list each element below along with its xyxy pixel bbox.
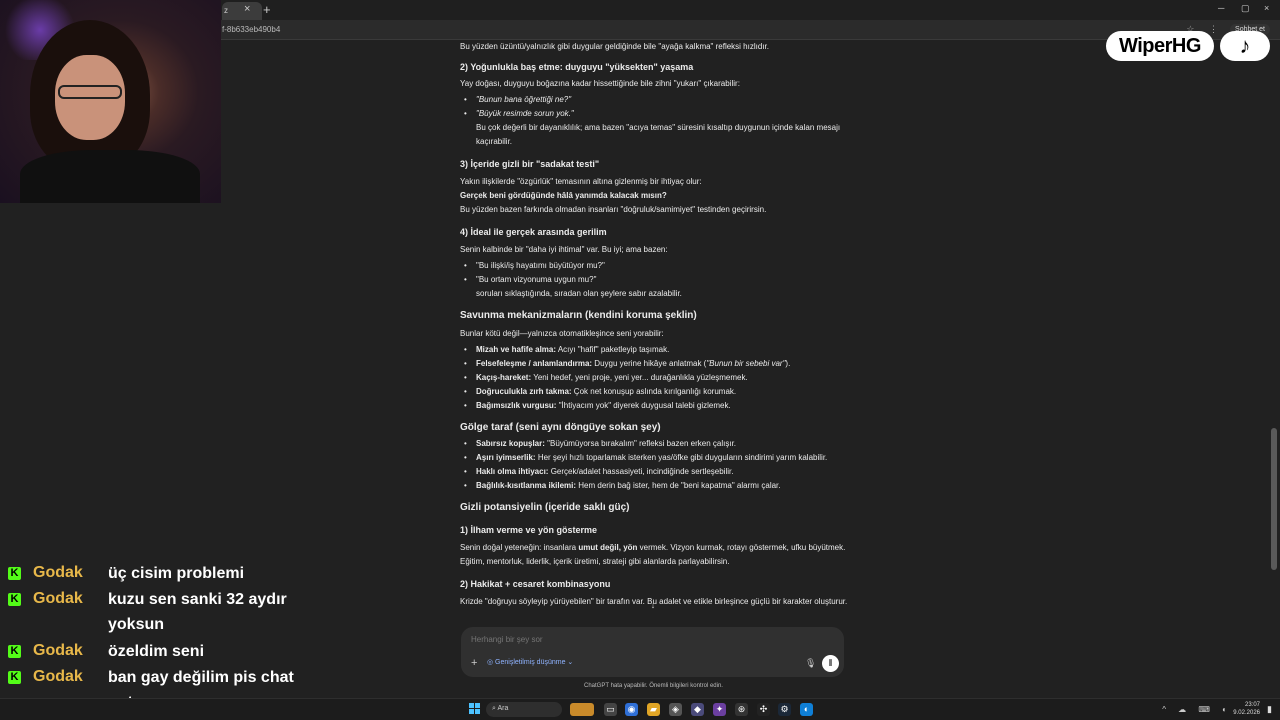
clock-date: 9.02.2026 xyxy=(1233,710,1260,716)
file-explorer-icon[interactable]: ▰ xyxy=(647,703,660,716)
chat-text: üç cisim problemi xyxy=(108,565,245,582)
section-heading: Gölge taraf (seni aynı döngüye sokan şey… xyxy=(460,422,661,433)
widget-app-icon[interactable] xyxy=(570,703,594,716)
chat-username: Godak xyxy=(33,642,83,659)
disclaimer-text: ChatGPT hata yapabilir. Önemli bilgileri… xyxy=(584,683,723,689)
windows-taskbar: ⌕ Ara ▭ ◉ ▰ ◈ ◆ ✦ ⊛ ✣ ⚙ ◐ ^ ☁ ⌨ ◐ 23:07 … xyxy=(0,698,1280,720)
new-tab-button[interactable]: + xyxy=(263,2,271,17)
section-heading: 3) İçeride gizli bir "sadakat testi" xyxy=(460,159,600,169)
lead-paragraph: Bu yüzden üzüntü/yalnızlık gibi duygular… xyxy=(460,42,769,51)
list-item: "Bunun bana öğrettiği ne?" xyxy=(460,93,850,107)
kick-badge-icon: K xyxy=(8,645,21,658)
app-icon[interactable]: ✣ xyxy=(757,703,770,716)
paragraph: Yay doğası, duyguyu boğazına kadar hisse… xyxy=(460,79,740,88)
task-view-icon[interactable]: ▭ xyxy=(604,703,617,716)
prompt-input[interactable] xyxy=(471,635,771,644)
steam-icon[interactable]: ⚙ xyxy=(778,703,791,716)
chat-text: özeldim seni xyxy=(108,643,205,660)
section-heading: Savunma mekanizmaların (kendini koruma ş… xyxy=(460,310,697,321)
system-tray-icons[interactable]: ^ ☁ ⌨ ◐ xyxy=(1162,705,1232,714)
maximize-icon[interactable]: ▢ xyxy=(1241,3,1250,14)
stream-chat: K Godak üç cisim problemi K Godak kuzu s… xyxy=(0,556,300,720)
assistant-response: Bu yüzden üzüntü/yalnızlık gibi duygular… xyxy=(460,40,850,620)
search-label: Ara xyxy=(497,705,509,712)
tiktok-icon: ♪ xyxy=(1220,31,1270,61)
app-icon[interactable]: ◆ xyxy=(691,703,704,716)
kick-badge-icon: K xyxy=(8,567,21,580)
app-icon[interactable]: ⊛ xyxy=(735,703,748,716)
voice-mode-button[interactable]: ⦀ xyxy=(822,655,839,672)
list-item: Aşırı iyimserlik: Her şeyi hızlı toparla… xyxy=(460,451,850,465)
taskbar-search[interactable]: ⌕ Ara xyxy=(486,702,562,717)
list-item: Doğruculukla zırh takma: Çok net konuşup… xyxy=(460,385,850,399)
url-text[interactable]: f-8b633eb490b4 xyxy=(222,25,280,34)
chat-username: Godak xyxy=(33,668,83,685)
list-item: "Bu ortam vizyonuma uygun mu?" xyxy=(460,273,850,287)
scrollbar-track[interactable] xyxy=(1270,40,1278,700)
bullet-list: "Bunun bana öğrettiği ne?" "Büyük resimd… xyxy=(460,93,850,121)
bullet-list: Mizah ve hafife alma: Acıyı "hafif" pake… xyxy=(460,343,850,413)
brand-name: WiperHG xyxy=(1106,31,1214,61)
kick-badge-icon: K xyxy=(8,593,21,606)
app-icon[interactable]: ◈ xyxy=(669,703,682,716)
scroll-down-icon[interactable]: ↓ xyxy=(647,600,659,612)
streamer-brand: WiperHG ♪ xyxy=(1106,31,1270,61)
paragraph: Bu çok değerli bir dayanıklılık; ama baz… xyxy=(476,123,841,146)
tab-close-icon[interactable]: × xyxy=(244,3,250,15)
section-heading: Gizli potansiyelin (içeride saklı güç) xyxy=(460,502,630,513)
message-composer: + ◎ Genişletilmiş düşünme ⌄ 🎙 ⦀ xyxy=(461,627,844,677)
list-item: Felsefeleşme / anlamlandırma: Duygu yeri… xyxy=(460,357,850,371)
section-heading: 2) Hakikat + cesaret kombinasyonu xyxy=(460,579,611,589)
microphone-icon[interactable]: 🎙 xyxy=(805,658,816,669)
webcam-feed xyxy=(0,0,221,203)
browser-app-icon[interactable]: ◉ xyxy=(625,703,638,716)
browser-tab[interactable]: z xyxy=(222,2,262,20)
clock[interactable]: 23:07 9.02.2026 xyxy=(1233,701,1260,717)
windows-start-icon[interactable] xyxy=(469,703,480,714)
close-window-icon[interactable]: × xyxy=(1264,3,1269,13)
bullet-list: Sabırsız kopuşlar: "Büyümüyorsa bırakalı… xyxy=(460,437,850,493)
paragraph: Bunlar kötü değil—yalnızca otomatikleşin… xyxy=(460,329,664,338)
scrollbar-thumb[interactable] xyxy=(1271,428,1277,570)
kick-badge-icon: K xyxy=(8,671,21,684)
chat-username: Godak xyxy=(33,590,83,607)
paragraph-bold: Gerçek beni gördüğünde hâlâ yanımda kala… xyxy=(460,191,667,200)
list-item: Haklı olma ihtiyacı: Gerçek/adalet hassa… xyxy=(460,465,850,479)
edge-icon[interactable]: ◐ xyxy=(800,703,813,716)
notification-icon[interactable]: ▮ xyxy=(1267,704,1272,715)
paragraph: Yakın ilişkilerde "özgürlük" temasının a… xyxy=(460,177,702,186)
list-item: Kaçış-hareket: Yeni hedef, yeni proje, y… xyxy=(460,371,850,385)
chat-text: kuzu sen sanki 32 aydır yoksun xyxy=(108,591,287,633)
section-heading: 4) İdeal ile gerçek arasında gerilim xyxy=(460,227,607,237)
chat-username: Godak xyxy=(33,564,83,581)
clock-time: 23:07 xyxy=(1244,702,1260,708)
webcam-person-shirt xyxy=(20,150,200,203)
paragraph: Senin doğal yeteneğin: insanlara umut de… xyxy=(460,543,846,566)
webcam-person-glasses xyxy=(58,85,122,99)
paragraph: soruları sıklaştığında, sıradan olan şey… xyxy=(476,289,682,298)
list-item: Bağlılık-kısıtlanma ikilemi: Hem derin b… xyxy=(460,479,850,493)
list-item: "Büyük resimde sorun yok." xyxy=(460,107,850,121)
paragraph: Senin kalbinde bir "daha iyi ihtimal" va… xyxy=(460,245,668,254)
bullet-list: "Bu ilişki/iş hayatımı büyütüyor mu?" "B… xyxy=(460,259,850,287)
attach-plus-icon[interactable]: + xyxy=(471,657,477,669)
list-item: Sabırsız kopuşlar: "Büyümüyorsa bırakalı… xyxy=(460,437,850,451)
list-item: Mizah ve hafife alma: Acıyı "hafif" pake… xyxy=(460,343,850,357)
paragraph: Bu yüzden bazen farkında olmadan insanla… xyxy=(460,205,767,214)
list-item: "Bu ilişki/iş hayatımı büyütüyor mu?" xyxy=(460,259,850,273)
app-icon[interactable]: ✦ xyxy=(713,703,726,716)
extended-thinking-toggle[interactable]: ◎ Genişletilmiş düşünme ⌄ xyxy=(487,658,573,666)
section-heading: 1) İlham verme ve yön gösterme xyxy=(460,525,598,535)
minimize-icon[interactable]: ─ xyxy=(1218,3,1224,13)
list-item: Bağımsızlık vurgusu: "İhtiyacım yok" diy… xyxy=(460,399,850,413)
section-heading: 2) Yoğunlukla baş etme: duyguyu "yüksekt… xyxy=(460,62,694,72)
